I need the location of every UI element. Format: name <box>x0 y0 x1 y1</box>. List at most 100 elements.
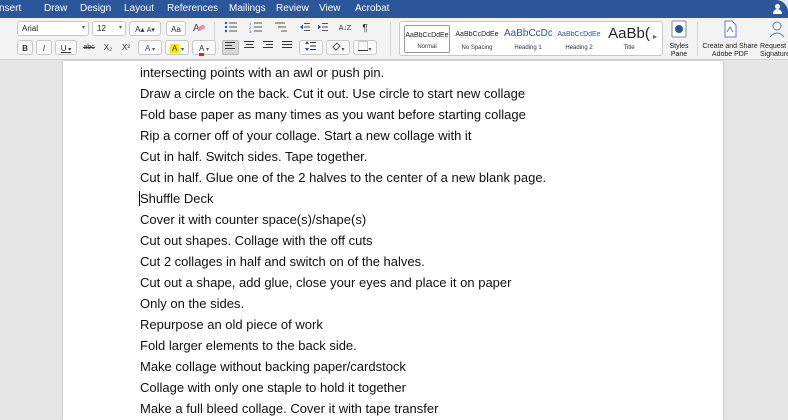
strikethrough-button[interactable]: abc <box>80 40 98 55</box>
style-name: No Spacing <box>461 45 493 51</box>
styles-pane-button[interactable]: Styles Pane <box>666 20 692 59</box>
style-name: Normal <box>417 44 437 50</box>
multilevel-list-button[interactable] <box>272 21 294 36</box>
text-effects-button[interactable]: A ▾ <box>138 40 162 55</box>
chevron-down-icon: ▾ <box>118 25 122 31</box>
chevron-down-icon: ▾ <box>66 47 72 53</box>
superscript-button[interactable]: X² <box>118 40 134 55</box>
request-signatures-button[interactable]: Request Signatures <box>760 20 788 59</box>
bold-button[interactable]: B <box>17 40 33 55</box>
tab-design[interactable]: Design <box>80 3 111 15</box>
doc-line[interactable]: Repurpose an old piece of work <box>140 317 323 333</box>
styles-pane-label: Styles Pane <box>669 43 689 58</box>
tab-view[interactable]: View <box>319 3 341 15</box>
doc-line[interactable]: Draw a circle on the back. Cut it out. U… <box>140 86 525 102</box>
borders-button[interactable]: ▾ <box>353 40 377 55</box>
subscript-button[interactable]: X₂ <box>100 40 116 55</box>
shading-button[interactable]: ▾ <box>326 40 350 55</box>
tab-acrobat[interactable]: Acrobat <box>355 3 389 15</box>
doc-line[interactable]: Cover it with counter space(s)/shape(s) <box>140 212 366 228</box>
doc-line[interactable]: Cut out a shape, add glue, close your ey… <box>140 275 511 291</box>
font-size-select[interactable]: 12 ▾ <box>92 21 126 36</box>
tab-review[interactable]: Review <box>276 3 309 15</box>
signature-icon <box>769 21 785 38</box>
tab-references[interactable]: References <box>167 3 218 15</box>
line-spacing-button[interactable] <box>299 40 323 55</box>
doc-line[interactable]: Fold base paper as many times as you wan… <box>140 107 526 123</box>
style-heading-1[interactable]: AaBbCcDc Heading 1 <box>504 25 552 53</box>
sort-button[interactable]: A↓Z <box>336 21 354 36</box>
doc-line[interactable]: Collage with only one staple to hold it … <box>140 380 406 396</box>
bullets-button[interactable] <box>222 21 244 36</box>
doc-line[interactable]: Cut in half. Switch sides. Tape together… <box>140 149 367 165</box>
change-case-button[interactable]: Aa <box>166 21 186 36</box>
align-left-button[interactable] <box>222 40 239 55</box>
style-sample: AaBbCcDdEe <box>405 32 449 39</box>
justify-button[interactable] <box>279 40 296 55</box>
decrease-indent-icon[interactable] <box>297 21 312 36</box>
styles-gallery: AaBbCcDdEe Normal AaBbCcDdEe No Spacing … <box>399 21 663 56</box>
style-name: Heading 1 <box>514 45 542 51</box>
doc-line[interactable]: Shuffle Deck <box>140 191 213 207</box>
doc-line[interactable]: Fold larger elements to the back side. <box>140 338 357 354</box>
align-center-button[interactable] <box>241 40 258 55</box>
create-share-pdf-button[interactable]: Create and Share Adobe PDF <box>700 20 760 59</box>
style-name: Heading 2 <box>565 45 593 51</box>
style-normal[interactable]: AaBbCcDdEe Normal <box>404 25 450 53</box>
bold-label: B <box>22 44 28 53</box>
request-signatures-label: Request Signatures <box>760 43 788 58</box>
font-size-value: 12 <box>97 24 106 33</box>
style-sample: AaBbCcDc <box>504 28 552 39</box>
doc-line[interactable]: Make collage without backing paper/cards… <box>140 359 406 375</box>
style-title[interactable]: AaBb( Title <box>606 25 652 53</box>
tab-draw[interactable]: Draw <box>44 3 67 15</box>
chevron-down-icon: ▾ <box>81 25 85 31</box>
tab-insert[interactable]: nsert <box>0 3 21 15</box>
pdf-icon <box>724 20 737 38</box>
gallery-expand-icon[interactable]: ▸ <box>653 32 657 41</box>
chevron-down-icon: ▾ <box>341 47 345 53</box>
chevron-down-icon: ▾ <box>368 47 372 53</box>
font-name-select[interactable]: Arial ▾ <box>17 21 89 36</box>
superscript-label: X² <box>122 43 130 52</box>
style-name: Title <box>623 45 635 51</box>
highlight-button[interactable]: A ▾ <box>165 40 189 55</box>
italic-label: I <box>42 44 46 53</box>
font-size-grow-shrink-group: A▴ A▾ <box>129 21 161 36</box>
style-sample: AaBbCcDdEe <box>557 31 601 38</box>
text-cursor <box>139 191 140 206</box>
ribbon-divider <box>390 22 391 56</box>
sort-label: A↓Z <box>338 25 352 32</box>
style-no-spacing[interactable]: AaBbCcDdEe No Spacing <box>454 25 500 53</box>
clear-formatting-icon[interactable]: A <box>191 21 207 36</box>
style-heading-2[interactable]: AaBbCcDdEe Heading 2 <box>556 25 602 53</box>
doc-line[interactable]: intersecting points with an awl or push … <box>140 65 384 81</box>
doc-line[interactable]: Cut in half. Glue one of the 2 halves to… <box>140 170 546 186</box>
grow-font-button[interactable]: A▴ <box>135 25 144 34</box>
font-color-button[interactable]: A ▾ <box>192 40 216 56</box>
user-icon[interactable] <box>773 4 782 14</box>
shrink-font-button[interactable]: A▾ <box>147 27 155 34</box>
chevron-down-icon: ▾ <box>204 47 210 53</box>
create-share-pdf-label: Create and Share Adobe PDF <box>702 43 758 58</box>
doc-line[interactable]: Make a full bleed collage. Cover it with… <box>140 401 438 417</box>
doc-line[interactable]: Only on the sides. <box>140 296 244 312</box>
numbering-button[interactable]: 123 <box>247 21 269 36</box>
increase-indent-icon[interactable] <box>315 21 330 36</box>
doc-line[interactable]: Cut out shapes. Collage with the off cut… <box>140 233 372 249</box>
doc-line[interactable]: Cut 2 collages in half and switch on of … <box>140 254 425 270</box>
ribbon-tab-bar: nsert Draw Design Layout References Mail… <box>0 0 788 18</box>
tab-mailings[interactable]: Mailings <box>229 3 266 15</box>
highlighter-icon: A <box>169 44 180 53</box>
document-page[interactable]: intersecting points with an awl or push … <box>63 61 723 420</box>
change-case-label: Aa <box>171 25 181 34</box>
doc-line[interactable]: Rip a corner off of your collage. Start … <box>140 128 471 144</box>
font-name-value: Arial <box>22 24 39 33</box>
show-formatting-button[interactable]: ¶ <box>358 21 372 36</box>
home-ribbon: Arial ▾ 12 ▾ A▴ A▾ Aa A 123 A↓Z ¶ B I U ▾ … <box>0 18 788 60</box>
italic-button[interactable]: I <box>36 40 52 55</box>
align-right-button[interactable] <box>260 40 277 55</box>
ribbon-divider <box>697 22 698 56</box>
tab-layout[interactable]: Layout <box>124 3 154 15</box>
underline-button[interactable]: U ▾ <box>55 40 77 55</box>
